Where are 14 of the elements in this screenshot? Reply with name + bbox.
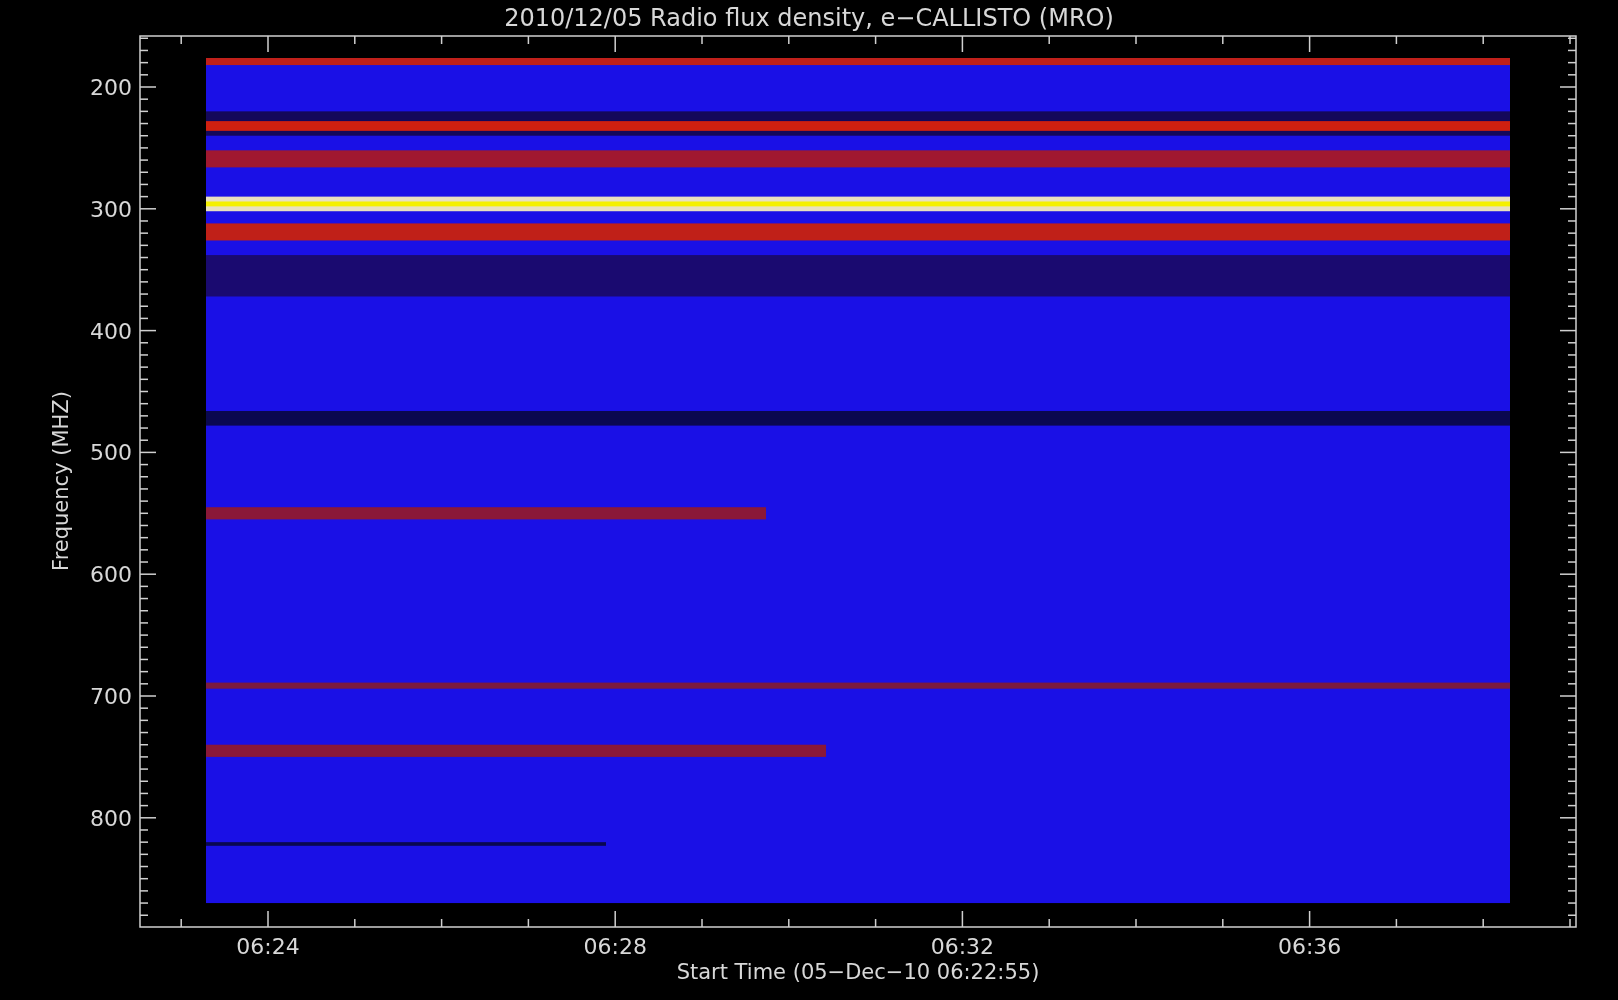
axis-label: Start Time (05−Dec−10 06:22:55) <box>676 960 1040 984</box>
tick-label: 06:24 <box>236 934 300 959</box>
tick-label: 300 <box>90 196 132 222</box>
tick-label: 600 <box>90 562 132 588</box>
tick-label: 400 <box>90 318 132 344</box>
tick-label: 500 <box>90 440 132 466</box>
axis-label: Frequency (MHZ) <box>49 391 73 571</box>
tick-label: 800 <box>90 805 132 831</box>
tick-label: 06:36 <box>1277 934 1342 959</box>
chart-title: 2010/12/05 Radio flux density, e−CALLISTO (MRO) <box>504 4 1114 32</box>
tick-label: 06:28 <box>583 934 647 959</box>
tick-label: 06:32 <box>930 934 995 959</box>
tick-label: 200 <box>90 75 132 100</box>
tick-label: 700 <box>90 684 132 709</box>
